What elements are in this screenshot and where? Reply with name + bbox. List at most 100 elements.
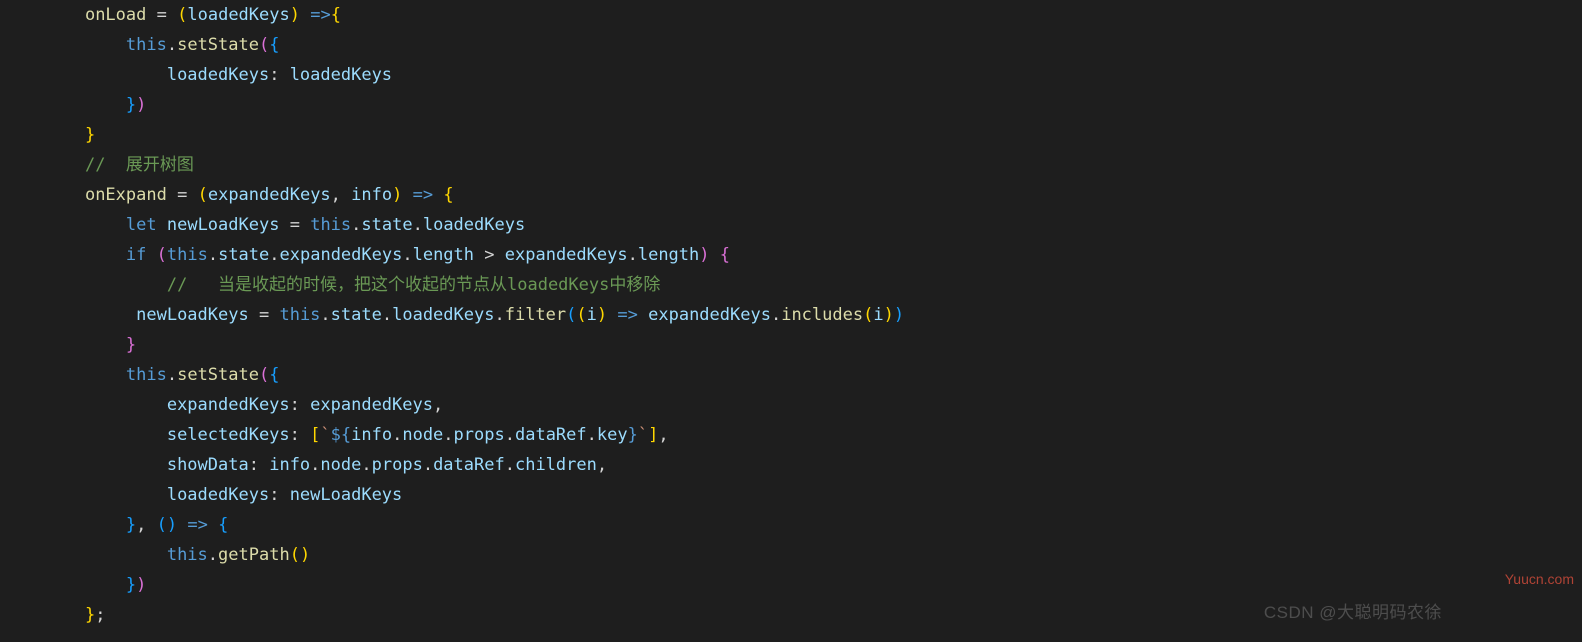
code-token: setState [177, 365, 259, 385]
code-line[interactable]: this.setState({ [44, 360, 1582, 390]
code-token: ` [638, 425, 648, 445]
code-token: , [597, 455, 607, 475]
code-line[interactable]: }, () => { [44, 510, 1582, 540]
code-line[interactable]: expandedKeys: expandedKeys, [44, 390, 1582, 420]
code-token: => [617, 305, 637, 325]
code-token: length [638, 245, 699, 265]
code-token: ; [95, 605, 105, 625]
code-token: . [413, 215, 423, 235]
code-line[interactable]: // 当是收起的时候，把这个收起的节点从loadedKeys中移除 [44, 270, 1582, 300]
code-token: ( [576, 305, 586, 325]
code-token: let [126, 215, 157, 235]
code-line[interactable]: } [44, 120, 1582, 150]
code-token: : [290, 395, 300, 415]
code-token: ( [177, 5, 187, 25]
code-token: ) [884, 305, 894, 325]
code-line[interactable]: if (this.state.expandedKeys.length > exp… [44, 240, 1582, 270]
code-token: newLoadKeys [136, 305, 249, 325]
code-token [249, 305, 259, 325]
code-token: selectedKeys [167, 425, 290, 445]
code-token [259, 455, 269, 475]
code-token: ) [290, 5, 300, 25]
code-token: } [126, 575, 136, 595]
code-token: . [320, 305, 330, 325]
code-token: . [361, 455, 371, 475]
code-token: . [167, 35, 177, 55]
code-token: node [402, 425, 443, 445]
code-token: . [208, 245, 218, 265]
code-line[interactable]: }) [44, 90, 1582, 120]
code-token: expandedKeys [280, 245, 403, 265]
code-token [167, 185, 177, 205]
code-line[interactable]: this.getPath() [44, 540, 1582, 570]
code-token: info [351, 185, 392, 205]
code-token: showData [167, 455, 249, 475]
code-token: ( [157, 515, 167, 535]
code-token: : [249, 455, 259, 475]
code-line[interactable]: onExpand = (expandedKeys, info) => { [44, 180, 1582, 210]
code-token: // 展开树图 [85, 155, 194, 175]
code-token: expandedKeys [648, 305, 771, 325]
code-token: } [126, 335, 136, 355]
code-token: { [269, 365, 279, 385]
code-token [279, 65, 289, 85]
code-token: = [157, 5, 167, 25]
code-line[interactable]: let newLoadKeys = this.state.loadedKeys [44, 210, 1582, 240]
code-token: i [587, 305, 597, 325]
code-token: state [218, 245, 269, 265]
code-line[interactable]: loadedKeys: newLoadKeys [44, 480, 1582, 510]
code-token [710, 245, 720, 265]
watermark-author: CSDN @大聪明码农徐 [1264, 598, 1442, 628]
code-token: ) [894, 305, 904, 325]
code-line[interactable]: onLoad = (loadedKeys) =>{ [44, 0, 1582, 30]
code-token [300, 5, 310, 25]
code-token: ( [259, 365, 269, 385]
code-token: loadedKeys [423, 215, 525, 235]
code-token: ( [863, 305, 873, 325]
code-token: loadedKeys [167, 65, 269, 85]
code-token [279, 485, 289, 505]
code-token: . [443, 425, 453, 445]
code-token: , [433, 395, 443, 415]
code-token [269, 305, 279, 325]
code-token: [ [310, 425, 320, 445]
code-token: { [720, 245, 730, 265]
code-token: : [269, 65, 279, 85]
code-token: length [413, 245, 474, 265]
code-token: . [423, 455, 433, 475]
code-token: // 当是收起的时候，把这个收起的节点从loadedKeys中移除 [167, 275, 661, 295]
code-line[interactable]: selectedKeys: [`${info.node.props.dataRe… [44, 420, 1582, 450]
code-token: ${ [331, 425, 351, 445]
code-token: expandedKeys [310, 395, 433, 415]
code-token: } [628, 425, 638, 445]
code-line[interactable]: // 展开树图 [44, 150, 1582, 180]
code-line[interactable]: loadedKeys: loadedKeys [44, 60, 1582, 90]
code-token [474, 245, 484, 265]
code-token: setState [177, 35, 259, 55]
code-token: . [587, 425, 597, 445]
code-token: => [310, 5, 330, 25]
code-token: , [331, 185, 351, 205]
code-token: . [771, 305, 781, 325]
code-token: ) [699, 245, 709, 265]
code-token: } [126, 95, 136, 115]
code-token: this [279, 305, 320, 325]
code-token: ( [290, 545, 300, 565]
code-line[interactable]: this.setState({ [44, 30, 1582, 60]
code-token [300, 395, 310, 415]
code-token: { [218, 515, 228, 535]
code-editor[interactable]: onLoad = (loadedKeys) =>{ this.setState(… [0, 0, 1582, 630]
code-token: => [413, 185, 433, 205]
code-token: > [484, 245, 494, 265]
code-token: = [259, 305, 269, 325]
code-line[interactable]: showData: info.node.props.dataRef.childr… [44, 450, 1582, 480]
code-token: ( [259, 35, 269, 55]
code-token: , [136, 515, 156, 535]
code-token [146, 5, 156, 25]
code-line[interactable]: } [44, 330, 1582, 360]
code-token: . [310, 455, 320, 475]
code-token [638, 305, 648, 325]
code-token: i [873, 305, 883, 325]
code-line[interactable]: }) [44, 570, 1582, 600]
code-line[interactable]: newLoadKeys = this.state.loadedKeys.filt… [44, 300, 1582, 330]
